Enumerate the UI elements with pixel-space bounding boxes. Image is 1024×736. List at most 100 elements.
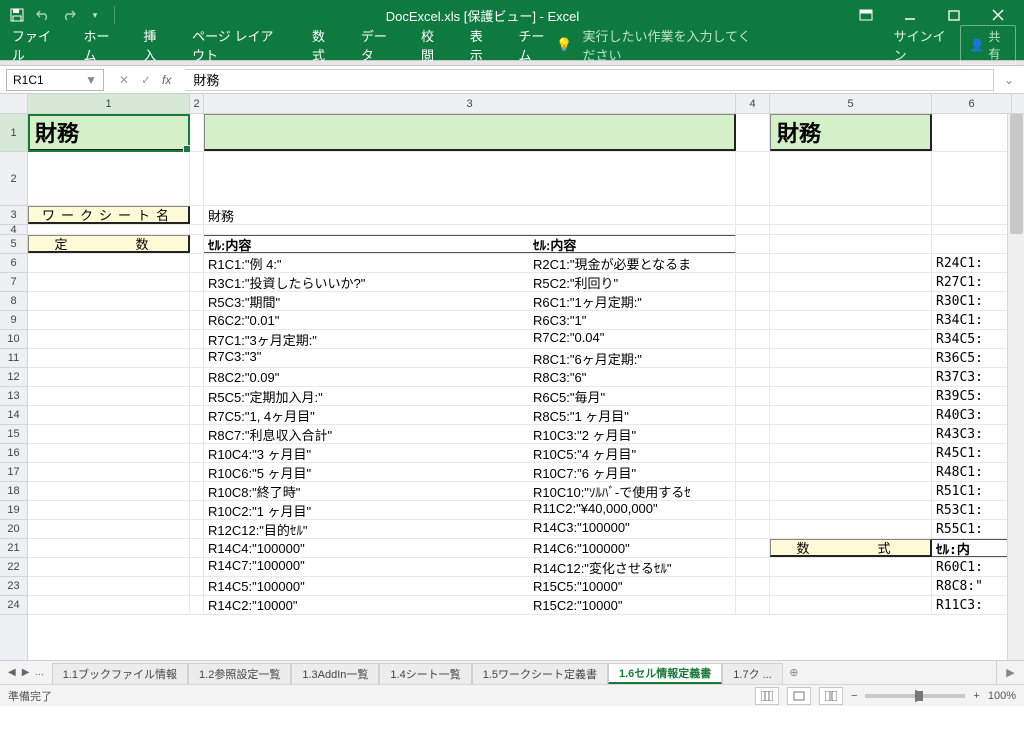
formula-input[interactable]: 財務: [185, 69, 994, 91]
label-constants[interactable]: 定 数: [28, 235, 190, 253]
col-header-5[interactable]: 5: [770, 94, 932, 113]
row-header[interactable]: 12: [0, 368, 27, 387]
vertical-scrollbar[interactable]: [1007, 114, 1024, 660]
tab-nav-prev-icon[interactable]: ◀: [8, 667, 16, 678]
data-cell[interactable]: R10C8:"終了時"R10C10:"ｿﾙﾊﾞ-で使用するｾ: [204, 482, 736, 500]
col-header-1[interactable]: 1: [28, 94, 190, 113]
tab-nav[interactable]: ◀ ▶ ...: [0, 661, 52, 684]
cells-area[interactable]: 財務 財務 ワークシート名 財務: [28, 114, 1024, 660]
enter-icon[interactable]: ✓: [136, 70, 156, 90]
cancel-icon[interactable]: ✕: [114, 70, 134, 90]
tab-view[interactable]: 表示: [466, 20, 497, 70]
row-header[interactable]: 21: [0, 539, 27, 558]
data-cell-far[interactable]: R27C1:: [932, 273, 1012, 291]
sheet-tab[interactable]: 1.7ク ...: [722, 663, 783, 684]
worksheet-grid[interactable]: 1 2 3 4 5 6 1 2 3 4 5 6 7 8 9 10 11 12 1…: [0, 94, 1024, 660]
data-cell-far[interactable]: R43C3:: [932, 425, 1012, 443]
zoom-slider[interactable]: [865, 694, 965, 698]
row-header[interactable]: 11: [0, 349, 27, 368]
row-header[interactable]: 14: [0, 406, 27, 425]
data-cell-far[interactable]: R51C1:: [932, 482, 1012, 500]
row-header[interactable]: 17: [0, 463, 27, 482]
col-header-3[interactable]: 3: [204, 94, 736, 113]
data-cell[interactable]: R5C3:"期間"R6C1:"1ヶ月定期:": [204, 292, 736, 310]
data-cell[interactable]: R14C5:"100000"R15C5:"10000": [204, 577, 736, 595]
data-cell-far[interactable]: R24C1:: [932, 254, 1012, 272]
data-cell-far[interactable]: R53C1:: [932, 501, 1012, 519]
row-header[interactable]: 23: [0, 577, 27, 596]
data-cell-far[interactable]: ｾﾙ:内: [932, 539, 1012, 557]
add-sheet-icon[interactable]: ⊕: [783, 661, 805, 684]
data-cell[interactable]: R14C7:"100000"R14C12:"変化させるｾﾙ": [204, 558, 736, 576]
label-formulas[interactable]: 数 式: [770, 539, 932, 557]
data-cell-far[interactable]: R30C1:: [932, 292, 1012, 310]
data-cell[interactable]: R8C7:"利息収入合計"R10C3:"2 ヶ月目": [204, 425, 736, 443]
zoom-in-icon[interactable]: +: [973, 690, 979, 702]
data-cell[interactable]: R12C12:"目的ｾﾙ"R14C3:"100000": [204, 520, 736, 538]
data-cell-far[interactable]: R60C1:: [932, 558, 1012, 576]
worksheet-name-value[interactable]: 財務: [204, 206, 736, 224]
tab-nav-next-icon[interactable]: ▶: [22, 667, 30, 678]
data-cell[interactable]: R6C2:"0.01"R6C3:"1": [204, 311, 736, 329]
sheet-tab-active[interactable]: 1.6セル情報定義書: [608, 663, 722, 684]
row-header[interactable]: 9: [0, 311, 27, 330]
data-cell-far[interactable]: R34C5:: [932, 330, 1012, 348]
data-cell-far[interactable]: R11C3:: [932, 596, 1012, 614]
select-all-corner[interactable]: [0, 94, 28, 113]
data-cell[interactable]: R7C3:"3"R8C1:"6ヶ月定期:": [204, 349, 736, 367]
title-cell[interactable]: 財務: [28, 114, 190, 151]
tab-file[interactable]: ファイル: [8, 20, 62, 70]
tab-review[interactable]: 校閲: [417, 20, 448, 70]
sheet-tab[interactable]: 1.3AddIn一覧: [291, 663, 379, 684]
tab-nav-more[interactable]: ...: [35, 667, 43, 678]
data-cell[interactable]: R3C1:"投資したらいいか?"R5C2:"利回り": [204, 273, 736, 291]
data-cell-far[interactable]: R55C1:: [932, 520, 1012, 538]
sheet-tab[interactable]: 1.5ワークシート定義書: [472, 663, 608, 684]
row-header[interactable]: 4: [0, 225, 27, 235]
tell-me-input[interactable]: 実行したい作業を入力してください: [583, 26, 764, 64]
title-cell-3[interactable]: [204, 114, 736, 151]
sheet-tab[interactable]: 1.4シート一覧: [379, 663, 471, 684]
data-cell-far[interactable]: R40C3:: [932, 406, 1012, 424]
data-cell[interactable]: R14C4:"100000"R14C6:"100000": [204, 539, 736, 557]
label-worksheet-name[interactable]: ワークシート名: [28, 206, 190, 224]
fx-icon[interactable]: fx: [158, 73, 175, 87]
header-cell-content[interactable]: ｾﾙ:内容ｾﾙ:内容: [204, 235, 736, 253]
row-header[interactable]: 6: [0, 254, 27, 273]
chevron-down-icon[interactable]: ▼: [85, 73, 97, 87]
tab-formulas[interactable]: 数式: [308, 20, 339, 70]
scrollbar-thumb[interactable]: [1010, 114, 1023, 234]
title-cell-5[interactable]: 財務: [770, 114, 932, 151]
zoom-level[interactable]: 100%: [988, 690, 1016, 702]
data-cell-far[interactable]: R45C1:: [932, 444, 1012, 462]
row-header[interactable]: 13: [0, 387, 27, 406]
col-header-6[interactable]: 6: [932, 94, 1012, 113]
share-button[interactable]: 👤 共有: [960, 25, 1016, 65]
data-cell[interactable]: R10C6:"5 ヶ月目"R10C7:"6 ヶ月目": [204, 463, 736, 481]
expand-formula-icon[interactable]: ⌄: [1000, 73, 1018, 87]
row-header[interactable]: 18: [0, 482, 27, 501]
name-box[interactable]: R1C1 ▼: [6, 69, 104, 91]
row-header[interactable]: 7: [0, 273, 27, 292]
col-header-4[interactable]: 4: [736, 94, 770, 113]
data-cell[interactable]: R10C2:"1 ヶ月目"R11C2:"¥40,000,000": [204, 501, 736, 519]
row-header[interactable]: 15: [0, 425, 27, 444]
data-cell[interactable]: R7C1:"3ヶ月定期:"R7C2:"0.04": [204, 330, 736, 348]
data-cell[interactable]: R1C1:"例 4:"R2C1:"現金が必要となるま: [204, 254, 736, 272]
row-header[interactable]: 24: [0, 596, 27, 615]
view-page-break-icon[interactable]: [819, 687, 843, 705]
view-page-layout-icon[interactable]: [787, 687, 811, 705]
data-cell[interactable]: R5C5:"定期加入月:"R6C5:"毎月": [204, 387, 736, 405]
data-cell[interactable]: R14C2:"10000"R15C2:"10000": [204, 596, 736, 614]
tab-page-layout[interactable]: ページ レイアウト: [188, 20, 290, 70]
data-cell[interactable]: R7C5:"1, 4ヶ月目"R8C5:"1 ヶ月目": [204, 406, 736, 424]
row-header[interactable]: 20: [0, 520, 27, 539]
col-header-2[interactable]: 2: [190, 94, 204, 113]
row-header[interactable]: 16: [0, 444, 27, 463]
row-header[interactable]: 5: [0, 235, 27, 254]
row-header[interactable]: 10: [0, 330, 27, 349]
tab-scroll-right-icon[interactable]: ▶: [996, 661, 1024, 684]
sheet-tab[interactable]: 1.1ブックファイル情報: [52, 663, 188, 684]
row-header[interactable]: 19: [0, 501, 27, 520]
row-header[interactable]: 3: [0, 206, 27, 225]
